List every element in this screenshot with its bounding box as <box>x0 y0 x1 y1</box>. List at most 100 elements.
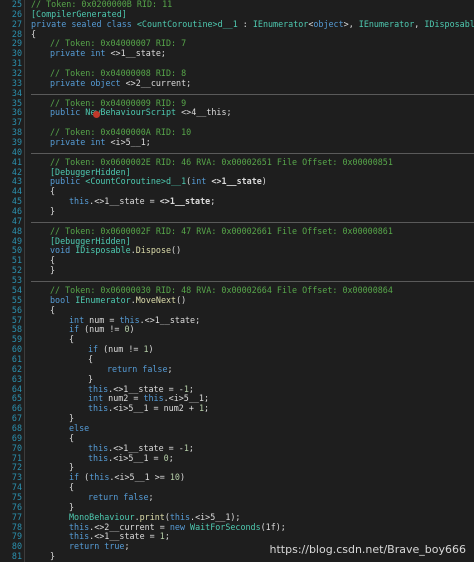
method-separator <box>31 94 474 95</box>
code-token: <>1__state <box>159 196 211 207</box>
code-token: // Token: 0x0400000A RID: 10 <box>50 127 192 138</box>
code-token: .<>1__state = <box>89 531 160 542</box>
code-token: private int <box>50 137 111 148</box>
code-token: { <box>50 304 56 315</box>
code-text: { <box>50 186 56 197</box>
code-token: if <box>69 472 85 483</box>
breakpoint-icon[interactable] <box>93 111 100 118</box>
code-token: } <box>69 462 75 473</box>
code-token: this <box>88 452 109 463</box>
code-token: MoveNext <box>135 294 177 305</box>
code-line[interactable]: 59{ <box>0 334 474 345</box>
code-token: (num != <box>103 344 144 355</box>
code-line[interactable]: 52} <box>0 265 474 276</box>
code-line[interactable]: 39 private int <i>5__1; <box>0 137 474 148</box>
code-line[interactable]: 60 if (num != 1) <box>0 344 474 355</box>
code-line[interactable]: 51{ <box>0 255 474 266</box>
code-text: { <box>69 433 74 444</box>
code-token: if <box>88 344 104 355</box>
code-token: ; <box>164 531 170 542</box>
code-token: private object <box>50 77 126 88</box>
code-token: num = <box>89 314 120 325</box>
code-token: { <box>31 28 37 39</box>
code-line[interactable]: 30 private int <>1__state; <box>0 48 474 59</box>
code-token: .<>1__state; <box>139 314 201 325</box>
code-token: { <box>50 255 56 266</box>
code-text: bool IEnumerator.MoveNext() <box>50 294 187 306</box>
code-token: { <box>69 482 75 493</box>
code-token: [DebuggerHidden] <box>50 235 131 246</box>
code-token: ) <box>129 324 135 335</box>
code-token: this <box>69 521 90 532</box>
code-token: // Token: 0x0200000B RID: 11 <box>31 0 173 9</box>
code-token: // Token: 0x04000009 RID: 9 <box>50 97 187 108</box>
code-token: object <box>313 18 344 29</box>
code-editor[interactable]: 25// Token: 0x0200000B RID: 11 26 [Compile… <box>0 0 474 562</box>
code-token: this <box>169 511 191 522</box>
code-token: this <box>69 196 90 207</box>
code-token: // Token: 0x0600002F RID: 47 RVA: 0x0000… <box>50 225 393 236</box>
code-token: this <box>88 403 109 414</box>
code-token: <>1__state <box>211 176 262 187</box>
code-text: if (num != 0) <box>69 324 135 335</box>
code-token: this <box>88 442 109 453</box>
code-token: void <box>50 245 76 256</box>
code-token: this <box>89 472 110 483</box>
code-text: public <CountCoroutine>d__1(int <>1__sta… <box>50 177 267 187</box>
code-line[interactable]: 33 private object <>2__current; <box>0 77 474 89</box>
code-token: } <box>88 373 94 384</box>
code-token: ; <box>203 403 210 414</box>
code-token: .<>1__state = <box>89 196 160 207</box>
code-text: this.<>1__state = <>1__state; <box>69 196 216 207</box>
code-token: .<>1__state = - <box>108 442 184 453</box>
code-line[interactable]: 36 public NewBehaviourScript <>4__this; <box>0 108 474 118</box>
code-line[interactable]: 70 this.<>1__state = -1; <box>0 442 474 454</box>
code-token: int <box>191 176 212 187</box>
code-token: , <box>414 18 425 29</box>
code-text: { <box>69 334 74 345</box>
code-token: ) <box>179 472 186 483</box>
code-line[interactable]: 69{ <box>0 433 474 444</box>
method-separator <box>31 281 474 282</box>
code-token: >, <box>343 18 359 29</box>
line-number: 81 <box>11 551 22 562</box>
code-token: IDisposable <box>424 18 474 29</box>
code-line[interactable]: 27 private sealed class <CountCoroutine>d… <box>0 18 474 30</box>
code-line[interactable]: 62 return false; <box>0 364 474 375</box>
method-separator <box>31 153 474 154</box>
code-token: { <box>50 186 56 197</box>
code-text: if (this.<i>5__1 >= 10) <box>69 472 186 483</box>
code-token: } <box>50 551 56 562</box>
code-line[interactable]: 43 public <CountCoroutine>d__1(int <>1__s… <box>0 177 474 187</box>
code-line[interactable]: 45 this.<>1__state = <>1__state; <box>0 196 474 207</box>
code-token: IEnumerator <box>75 294 131 305</box>
code-token: if <box>69 324 85 335</box>
code-line[interactable]: 46} <box>0 206 474 217</box>
code-line[interactable]: 63} <box>0 373 474 385</box>
code-token: [CompilerGenerated] <box>31 8 127 19</box>
code-token: // Token: 0x04000008 RID: 8 <box>50 68 187 79</box>
code-line[interactable]: 50 void IDisposable.Dispose() <box>0 246 474 256</box>
code-text: private int <i>5__1; <box>50 137 151 148</box>
code-token: ; <box>210 196 216 207</box>
code-token: // Token: 0x04000007 RID: 7 <box>50 38 187 49</box>
code-line[interactable]: 65 int num2 = this.<i>5__1; <box>0 393 474 404</box>
code-line[interactable]: 61{ <box>0 353 474 365</box>
code-token: return true <box>69 541 125 552</box>
code-text: } <box>50 265 56 276</box>
code-token: new <box>169 521 191 532</box>
code-line[interactable]: 55 bool IEnumerator.MoveNext() <box>0 294 474 306</box>
code-token: } <box>50 265 56 276</box>
code-token: private sealed class <box>31 18 137 29</box>
code-token: ; <box>124 541 130 552</box>
code-line[interactable]: 74{ <box>0 482 474 493</box>
code-token: private int <box>50 48 111 59</box>
code-token: ) <box>148 344 154 355</box>
code-token: () <box>176 294 187 305</box>
code-text: } <box>50 206 55 217</box>
code-token: { <box>88 353 94 364</box>
code-token: // Token: 0x0600002E RID: 46 RVA: 0x0000… <box>50 156 393 167</box>
code-text: private object <>2__current; <box>50 77 191 89</box>
code-line[interactable]: 64 this.<>1__state = -1; <box>0 384 474 395</box>
code-token: ; <box>148 491 154 502</box>
